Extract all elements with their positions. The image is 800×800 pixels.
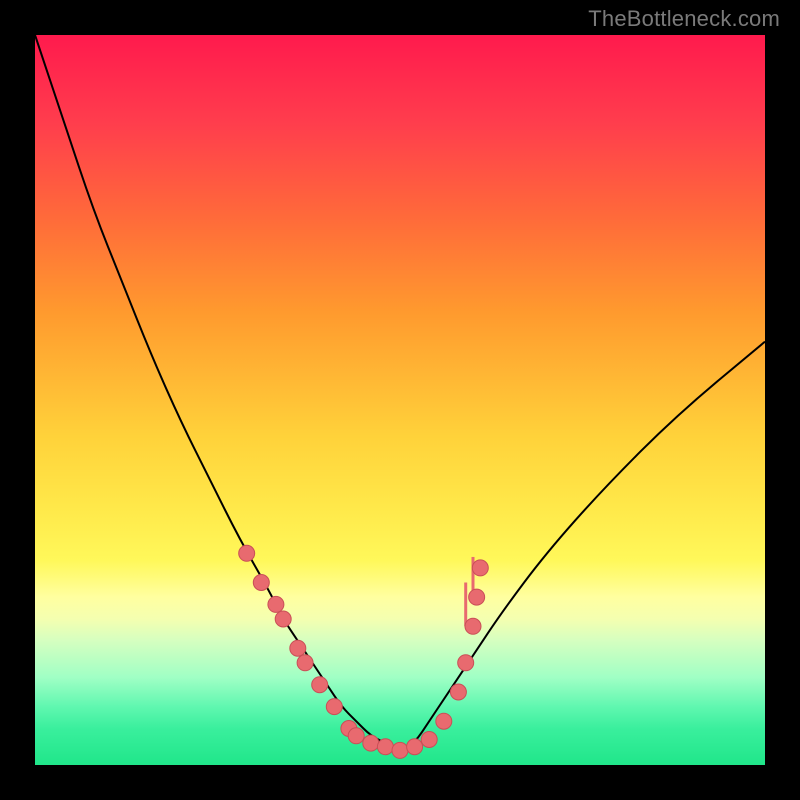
marker-dots <box>239 545 489 758</box>
marker-dot <box>465 618 481 634</box>
marker-dot <box>436 713 452 729</box>
marker-dot <box>392 742 408 758</box>
marker-dot <box>421 731 437 747</box>
outer-frame: TheBottleneck.com <box>0 0 800 800</box>
marker-dot <box>312 677 328 693</box>
marker-dot <box>348 728 364 744</box>
marker-dot <box>326 699 342 715</box>
marker-dot <box>407 739 423 755</box>
chart-overlay <box>35 35 765 765</box>
marker-dot <box>239 545 255 561</box>
marker-dot <box>275 611 291 627</box>
marker-dot <box>458 655 474 671</box>
marker-dot <box>450 684 466 700</box>
marker-dot <box>469 589 485 605</box>
marker-dot <box>297 655 313 671</box>
marker-dot <box>472 560 488 576</box>
bottleneck-curve <box>35 35 765 749</box>
watermark-text: TheBottleneck.com <box>588 6 780 32</box>
marker-dot <box>363 735 379 751</box>
marker-dot <box>253 575 269 591</box>
marker-dot <box>377 739 393 755</box>
marker-dot <box>290 640 306 656</box>
marker-dot <box>268 596 284 612</box>
